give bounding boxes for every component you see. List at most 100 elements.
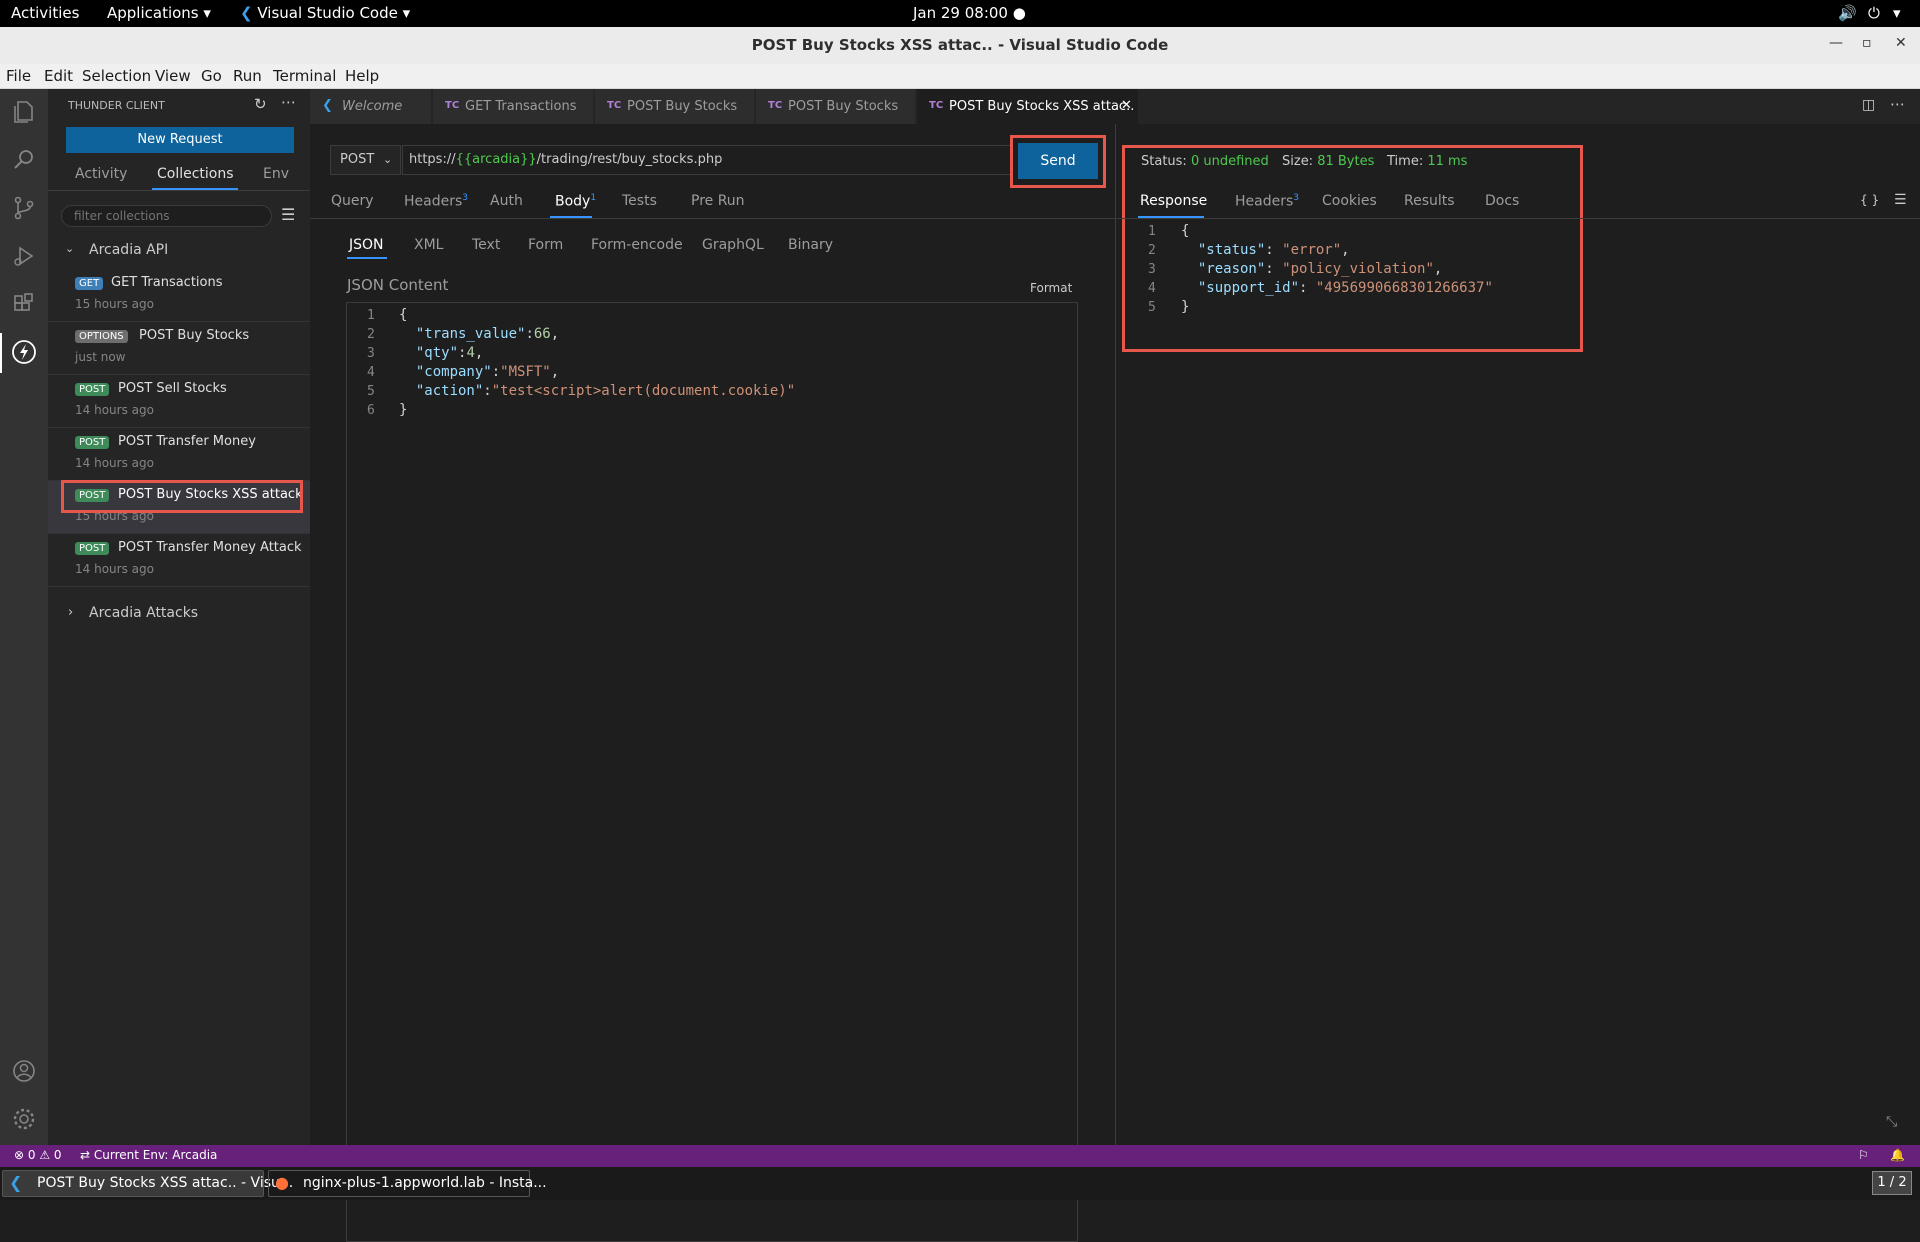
list-item[interactable]: OPTIONS POST Buy Stocks just now (48, 322, 310, 375)
list-item[interactable]: POST POST Sell Stocks 14 hours ago (48, 375, 310, 428)
power-icon[interactable]: ⏻ (1868, 4, 1880, 22)
body-type-xml[interactable]: XML (414, 237, 443, 253)
collection-arcadia-api[interactable]: Arcadia API (89, 242, 168, 258)
menu-lines-icon[interactable]: ☰ (1894, 192, 1907, 208)
list-item[interactable]: POST POST Transfer Money 14 hours ago (48, 428, 310, 481)
filter-collections-input[interactable] (61, 205, 272, 227)
task-vscode[interactable]: ❮ POST Buy Stocks XSS attac.. - Visu... (2, 1170, 293, 1197)
tab-activity[interactable]: Activity (75, 166, 127, 182)
braces-icon[interactable]: { } (1860, 193, 1879, 207)
request-time: 15 hours ago (75, 297, 154, 311)
tab-get-transactions[interactable]: TC GET Transactions (433, 89, 594, 124)
collection-arcadia-attacks[interactable]: Arcadia Attacks (89, 605, 198, 621)
tab-body[interactable]: Body1 (555, 193, 596, 210)
tab-post-buy-stocks-xss[interactable]: TC POST Buy Stocks XSS attac.. ✕ (917, 89, 1139, 124)
refresh-icon[interactable]: ↻ (254, 95, 267, 113)
accounts-icon[interactable] (9, 1056, 39, 1086)
menu-selection[interactable]: Selection (82, 67, 151, 85)
json-content-label: JSON Content (347, 276, 449, 294)
applications-menu[interactable]: Applications ▾ (107, 4, 211, 22)
tab-docs[interactable]: Docs (1485, 193, 1519, 209)
workspace-indicator[interactable]: 1 / 2 (1872, 1171, 1912, 1195)
status-bar: ⊗ 0 ⚠ 0 ⇄ Current Env: Arcadia ⚐ 🔔 (0, 1145, 1920, 1167)
problems-indicator[interactable]: ⊗ 0 ⚠ 0 (14, 1148, 62, 1162)
sidebar-header: THUNDER CLIENT (68, 99, 165, 112)
tab-welcome[interactable]: ❮ Welcome (310, 89, 432, 124)
thunder-tab-icon: TC (929, 100, 944, 111)
tab-env[interactable]: Env (263, 166, 289, 182)
menu-view[interactable]: View (155, 67, 191, 85)
more-actions-icon[interactable]: ⋯ (1890, 95, 1905, 113)
search-icon[interactable] (9, 145, 39, 175)
maximize-button[interactable]: ▫ (1862, 35, 1872, 51)
response-json: { "status": "error", "reason": "policy_v… (1181, 223, 1493, 315)
system-menu-icon[interactable]: ▾ (1893, 4, 1901, 22)
format-button[interactable]: Format (1030, 281, 1072, 295)
source-control-icon[interactable] (9, 193, 39, 223)
activities-button[interactable]: Activities (11, 4, 79, 22)
current-env-indicator[interactable]: ⇄ Current Env: Arcadia (80, 1148, 217, 1162)
menu-file[interactable]: File (6, 67, 31, 85)
settings-gear-icon[interactable] (9, 1104, 39, 1134)
run-debug-icon[interactable] (9, 241, 39, 271)
tab-post-buy-stocks-2[interactable]: TC POST Buy Stocks (756, 89, 916, 124)
request-name: POST Sell Stocks (118, 381, 227, 396)
body-type-graphql[interactable]: GraphQL (702, 237, 764, 253)
tab-pre-run[interactable]: Pre Run (691, 193, 745, 209)
body-type-json[interactable]: JSON (349, 237, 384, 253)
menu-help[interactable]: Help (345, 67, 379, 85)
minimize-button[interactable]: — (1829, 35, 1843, 51)
menu-run[interactable]: Run (233, 67, 262, 85)
thunder-tab-icon: TC (768, 100, 783, 111)
chevron-right-icon[interactable]: › (68, 605, 73, 620)
tab-results[interactable]: Results (1404, 193, 1455, 209)
list-item[interactable]: POST POST Transfer Money Attack 14 hours… (48, 534, 310, 587)
resize-icon[interactable]: ⤡ (1886, 1114, 1897, 1130)
more-actions-icon[interactable]: ⋯ (281, 93, 296, 111)
menu-terminal[interactable]: Terminal (273, 67, 336, 85)
tab-label: POST Buy Stocks (627, 99, 738, 114)
tab-auth[interactable]: Auth (490, 193, 523, 209)
feedback-icon[interactable]: ⚐ (1858, 1148, 1869, 1162)
panel-splitter[interactable] (1115, 124, 1116, 1145)
menu-edit[interactable]: Edit (44, 67, 73, 85)
split-editor-icon[interactable]: ◫ (1862, 97, 1875, 113)
chevron-down-icon[interactable]: ⌄ (65, 242, 74, 255)
extensions-icon[interactable] (9, 289, 39, 319)
tab-response-headers[interactable]: Headers3 (1235, 193, 1299, 210)
body-type-binary[interactable]: Binary (788, 237, 833, 253)
body-type-form[interactable]: Form (528, 237, 563, 253)
url-input[interactable]: https://{{arcadia}}/trading/rest/buy_sto… (402, 145, 1012, 175)
body-type-text[interactable]: Text (472, 237, 500, 253)
tab-tests[interactable]: Tests (622, 193, 657, 209)
app-menu[interactable]: ❮ Visual Studio Code ▾ (240, 4, 410, 22)
request-body-editor[interactable]: 1 2 3 4 5 6 { "trans_value":66, "qty":4,… (346, 302, 1078, 1242)
tab-post-buy-stocks[interactable]: TC POST Buy Stocks (595, 89, 755, 124)
clock[interactable]: Jan 29 08:00 ● (913, 4, 1026, 22)
highlight-box (61, 480, 303, 513)
thunder-tab-icon: TC (445, 100, 460, 111)
method-select[interactable]: POST ⌄ (330, 145, 401, 175)
tab-headers[interactable]: Headers3 (404, 193, 468, 210)
volume-icon[interactable]: 🔊 (1838, 4, 1857, 22)
explorer-icon[interactable] (9, 97, 39, 127)
new-request-button[interactable]: New Request (66, 127, 294, 153)
body-type-form-encode[interactable]: Form-encode (591, 237, 683, 253)
close-tab-icon[interactable]: ✕ (1121, 98, 1132, 113)
response-body-viewer[interactable]: 1 2 3 4 5 { "status": "error", "reason":… (1126, 220, 1576, 348)
tab-label: POST Buy Stocks XSS attac.. (949, 99, 1135, 114)
tab-response[interactable]: Response (1140, 193, 1207, 209)
close-window-button[interactable]: ✕ (1895, 35, 1907, 51)
tab-cookies[interactable]: Cookies (1322, 193, 1377, 209)
task-firefox[interactable]: ● nginx-plus-1.appworld.lab - Insta... (268, 1170, 547, 1197)
sort-menu-icon[interactable]: ☰ (281, 205, 295, 224)
notifications-icon[interactable]: 🔔 (1890, 1148, 1905, 1162)
tab-collections[interactable]: Collections (157, 166, 234, 182)
tab-query[interactable]: Query (331, 193, 374, 209)
thunder-client-icon[interactable] (9, 337, 39, 367)
menu-go[interactable]: Go (201, 67, 222, 85)
request-name: POST Transfer Money Attack (118, 540, 302, 555)
send-button[interactable]: Send (1018, 143, 1098, 179)
list-item[interactable]: GET GET Transactions 15 hours ago (48, 269, 310, 322)
activity-bar (0, 89, 48, 1145)
